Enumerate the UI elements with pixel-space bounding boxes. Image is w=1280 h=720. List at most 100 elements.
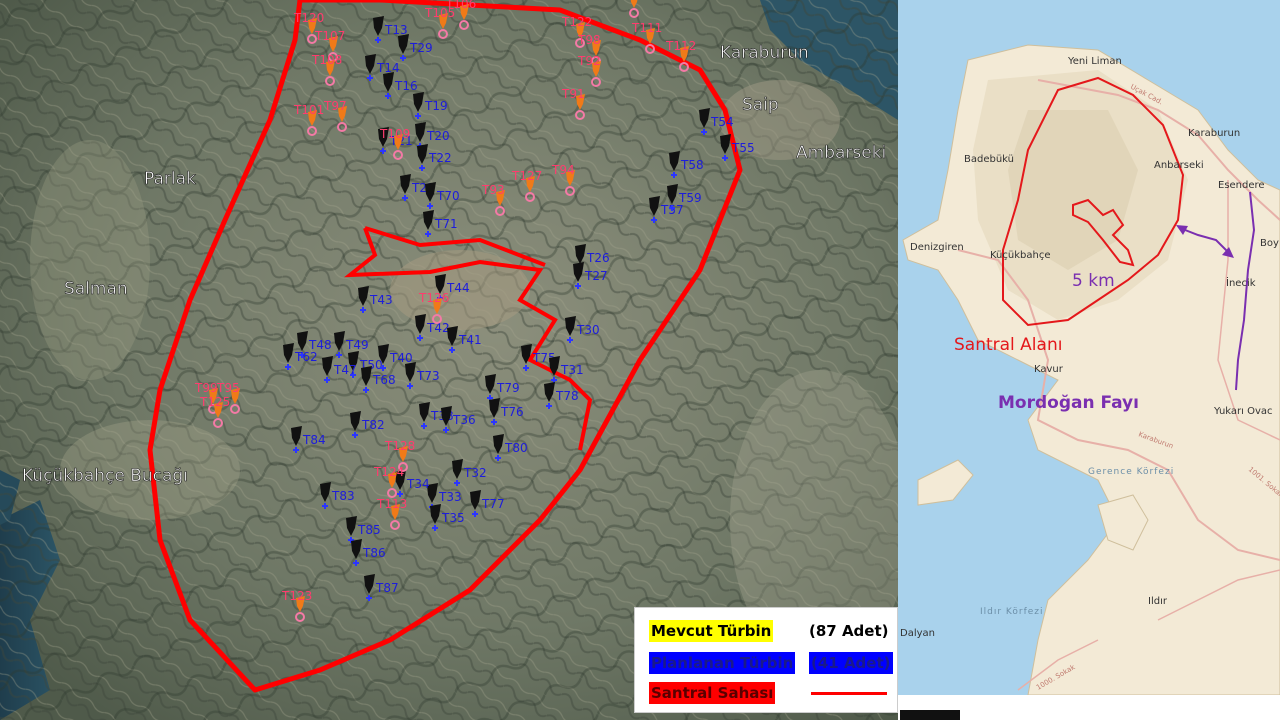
turbine-label: T73 bbox=[416, 369, 440, 383]
turbine-label: T85 bbox=[357, 523, 381, 537]
turbine-label: T19 bbox=[424, 99, 448, 113]
topo-ildir-korfezi: Ildır Körfezi bbox=[980, 607, 1044, 617]
turbine-label: T40 bbox=[389, 351, 413, 365]
turbine-label: T14 bbox=[376, 61, 400, 75]
turbine-label: T27 bbox=[584, 269, 608, 283]
turbine-label: T54 bbox=[710, 115, 734, 129]
turbine-label: T113 bbox=[376, 497, 407, 511]
turbine-label: T47 bbox=[333, 363, 357, 377]
legend-site-line bbox=[811, 692, 887, 695]
topo-badebuku: Badebükü bbox=[964, 154, 1014, 165]
legend-site: Santral Sahası bbox=[649, 682, 776, 704]
legend-site-name: Santral Sahası bbox=[649, 682, 776, 704]
turbine-label: T29 bbox=[409, 41, 433, 55]
turbine-label: T80 bbox=[504, 441, 528, 455]
turbine-label: T93 bbox=[481, 183, 505, 197]
label-ambarseki: Ambarseki bbox=[796, 143, 886, 163]
topo-karaburun: Karaburun bbox=[1188, 128, 1240, 139]
scale-text: 5 km bbox=[1072, 271, 1115, 291]
turbine-label: T111 bbox=[631, 21, 662, 35]
turbine-label: T55 bbox=[731, 141, 755, 155]
turbine-label: T43 bbox=[369, 293, 393, 307]
turbine-label: T30 bbox=[576, 323, 600, 337]
turbine-label: T107 bbox=[314, 29, 345, 43]
turbine-label: T95 bbox=[216, 381, 240, 395]
turbine-label: T82 bbox=[361, 418, 385, 432]
turbine-label: T83 bbox=[331, 489, 355, 503]
turbine-label: T127 bbox=[511, 169, 542, 183]
turbine-label: T125 bbox=[199, 395, 230, 409]
turbine-label: T34 bbox=[406, 477, 430, 491]
turbine-label: T126 bbox=[418, 291, 449, 305]
legend-planned-count: (41 Adet) bbox=[809, 652, 893, 674]
turbine-label: T71 bbox=[434, 217, 458, 231]
turbine-label: T98 bbox=[577, 33, 601, 47]
turbine-label: T79 bbox=[496, 381, 520, 395]
turbine-label: T58 bbox=[680, 158, 704, 172]
turbine-label: T32 bbox=[463, 466, 487, 480]
turbine-label: T120 bbox=[293, 11, 324, 25]
turbine-label: T122 bbox=[561, 15, 592, 29]
turbine-label: T108 bbox=[311, 53, 342, 67]
mordogan-fayi-label: Mordoğan Fayı bbox=[998, 393, 1139, 413]
topographic-map: Yeni Liman Karaburun Badebükü Anbarseki … bbox=[898, 0, 1280, 695]
turbine-label: T112 bbox=[665, 39, 696, 53]
legend: Mevcut Türbin (87 Adet) Planlanan Türbin… bbox=[634, 607, 898, 713]
turbine-label: T92 bbox=[577, 54, 601, 68]
turbine-label: T76 bbox=[500, 405, 524, 419]
topo-esendere: Esendere bbox=[1218, 180, 1265, 191]
label-karaburun: Karaburun bbox=[720, 43, 809, 63]
bottom-bar bbox=[900, 710, 960, 720]
turbine-label: T31 bbox=[560, 363, 584, 377]
turbine-label: T77 bbox=[481, 497, 505, 511]
topo-dalyan: Dalyan bbox=[900, 628, 935, 639]
label-parlak: Parlak bbox=[144, 169, 196, 189]
turbine-label: T35 bbox=[441, 511, 465, 525]
turbine-label: T109 bbox=[379, 127, 410, 141]
topo-denizgiren: Denizgiren bbox=[910, 242, 964, 253]
turbine-label: T106 bbox=[445, 0, 476, 11]
legend-planned: Planlanan Türbin (41 Adet) bbox=[649, 652, 893, 674]
turbine-label: T87 bbox=[375, 581, 399, 595]
santral-alani-label: Santral Alanı bbox=[954, 335, 1062, 355]
label-kucukbahce-bucagi: Küçükbahçe Bucağı bbox=[22, 466, 188, 486]
turbine-label: T124 bbox=[373, 465, 404, 479]
turbine-label: T84 bbox=[302, 433, 326, 447]
turbine-label: T128 bbox=[384, 439, 415, 453]
turbine-label: T16 bbox=[394, 79, 418, 93]
turbine-label: T49 bbox=[345, 338, 369, 352]
legend-planned-name: Planlanan Türbin bbox=[649, 652, 796, 674]
legend-existing-count: (87 Adet) bbox=[809, 622, 889, 640]
turbine-label: T33 bbox=[438, 490, 462, 504]
turbine-label: T20 bbox=[426, 129, 450, 143]
topo-gerence-korfezi: Gerence Körfezi bbox=[1088, 467, 1174, 477]
turbine-label: T36 bbox=[452, 413, 476, 427]
legend-existing: Mevcut Türbin (87 Adet) bbox=[649, 620, 889, 642]
label-saip: Saip bbox=[742, 95, 779, 115]
turbine-label: T78 bbox=[555, 389, 579, 403]
label-salman: Salman bbox=[64, 279, 128, 299]
turbine-label: T59 bbox=[678, 191, 702, 205]
turbine-label: T91 bbox=[561, 87, 585, 101]
topo-boy: Boy bbox=[1260, 238, 1279, 249]
turbine-label: T44 bbox=[446, 281, 470, 295]
topo-yukari-ovac: Yukarı Ovac bbox=[1213, 406, 1273, 417]
turbine-label: T94 bbox=[551, 163, 575, 177]
topo-kucukbahce: Küçükbahçe bbox=[990, 250, 1051, 261]
topo-yeni-liman: Yeni Liman bbox=[1067, 56, 1122, 67]
turbine-label: T70 bbox=[436, 189, 460, 203]
turbine-label: T22 bbox=[428, 151, 452, 165]
turbine-label: T86 bbox=[362, 546, 386, 560]
turbine-label: T62 bbox=[294, 350, 318, 364]
topo-kavur: Kavur bbox=[1034, 364, 1064, 375]
turbine-label: T68 bbox=[372, 373, 396, 387]
turbine-label: T41 bbox=[458, 333, 482, 347]
turbine-label: T26 bbox=[586, 251, 610, 265]
topo-inecik: İnecik bbox=[1226, 276, 1256, 289]
turbine-label: T123 bbox=[281, 589, 312, 603]
legend-existing-name: Mevcut Türbin bbox=[649, 620, 774, 642]
topo-ildir: Ildır bbox=[1148, 596, 1168, 607]
turbine-label: T97 bbox=[323, 99, 347, 113]
topo-anbarseki: Anbarseki bbox=[1154, 160, 1204, 171]
turbine-label: T101 bbox=[293, 103, 324, 117]
